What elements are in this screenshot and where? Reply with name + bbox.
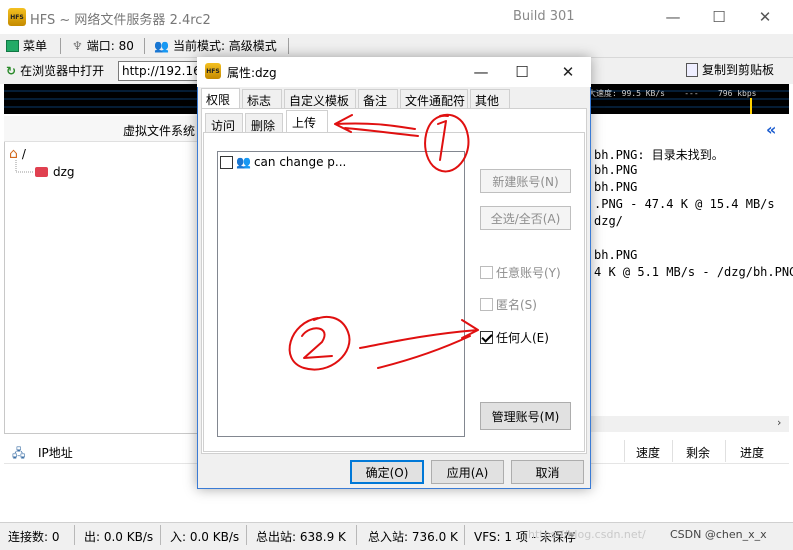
- port-label: 端口: 80: [86, 39, 134, 53]
- dialog-title: 属性:dzg: [227, 66, 277, 80]
- anyone-checkbox[interactable]: [480, 331, 493, 344]
- status-divider: [160, 525, 161, 545]
- column-divider: [672, 440, 673, 462]
- dialog-close-button[interactable]: ✕: [548, 59, 588, 85]
- account-checkbox[interactable]: [220, 155, 233, 169]
- graph-readout: 大速度: 99.5 KB/s --- 796 kbps: [588, 89, 757, 98]
- select-all-button[interactable]: 全选/全否(A): [480, 206, 571, 230]
- minimize-button[interactable]: —: [650, 0, 696, 34]
- dialog-minimize-button[interactable]: —: [461, 59, 501, 85]
- anonymous-checkbox[interactable]: [480, 298, 493, 311]
- mode-button[interactable]: 👥 当前模式: 高级模式: [154, 37, 277, 54]
- folder-icon: [35, 167, 48, 177]
- col-ip[interactable]: IP地址: [38, 444, 73, 461]
- subtab-upload[interactable]: 上传: [286, 110, 328, 134]
- anonymous-option[interactable]: 匿名(S): [480, 296, 537, 313]
- maximize-button[interactable]: ☐: [696, 0, 742, 34]
- anyone-option[interactable]: 任何人(E): [480, 329, 549, 346]
- vfs-root-label: /: [21, 147, 26, 161]
- log-line: bh.PNG: 目录未找到。: [594, 148, 724, 162]
- csdn-credit: CSDN @chen_x_x: [670, 528, 767, 541]
- menu-label: 菜单: [23, 39, 48, 53]
- manage-accounts-button[interactable]: 管理账号(M): [480, 402, 571, 430]
- status-divider: [356, 525, 357, 545]
- graph-bar: [750, 98, 752, 114]
- dialog-logo-icon: HFS: [205, 63, 221, 79]
- network-icon: 🖧: [12, 446, 26, 460]
- toolbar-divider: [288, 38, 289, 54]
- collapse-chevron-icon[interactable]: «: [766, 120, 776, 139]
- vfs-folder-item[interactable]: dzg: [35, 165, 75, 179]
- hfs-logo-icon: HFS: [8, 8, 26, 26]
- toolbar-divider: [60, 38, 61, 54]
- tab-other[interactable]: 其他: [470, 89, 510, 109]
- build-label: Build 301: [513, 9, 575, 24]
- clipboard-icon: [686, 62, 698, 77]
- open-in-browser-label: 在浏览器中打开: [20, 64, 105, 78]
- tab-file-mask[interactable]: 文件通配符: [400, 89, 468, 109]
- status-divider: [246, 525, 247, 545]
- status-connections: 连接数: 0: [8, 530, 60, 544]
- anonymous-label: 匿名(S): [496, 298, 537, 312]
- tab-notes[interactable]: 备注: [358, 89, 398, 109]
- column-divider: [624, 440, 625, 462]
- tab-permissions[interactable]: 权限: [201, 88, 240, 108]
- dialog-maximize-button[interactable]: ☐: [502, 59, 542, 85]
- cancel-button[interactable]: 取消: [511, 460, 584, 484]
- copy-to-clipboard-button[interactable]: 复制到剪贴板: [686, 61, 774, 78]
- window-title: HFS ~ 网络文件服务器 2.4rc2: [30, 13, 211, 28]
- user-group-icon: 👥: [236, 155, 251, 169]
- menu-icon: [6, 39, 19, 52]
- col-progress[interactable]: 进度: [740, 444, 764, 461]
- account-label: can change p...: [253, 155, 347, 169]
- status-in-speed: 入: 0.0 KB/s: [170, 530, 240, 544]
- status-total-out: 总出站: 638.9 K: [256, 530, 346, 544]
- main-toolbar: 菜单 ♆ 端口: 80 👥 当前模式: 高级模式: [0, 34, 793, 58]
- col-remaining[interactable]: 剩余: [686, 444, 710, 461]
- apply-button[interactable]: 应用(A): [431, 460, 504, 484]
- account-item[interactable]: 👥 can change p...: [220, 155, 346, 169]
- status-divider: [74, 525, 75, 545]
- scroll-right-icon[interactable]: ›: [777, 416, 781, 429]
- refresh-arrow-icon: ↻: [6, 63, 17, 78]
- log-line: 4 K @ 5.1 MB/s - /dzg/bh.PNG: [594, 265, 793, 279]
- copy-to-clipboard-label: 复制到剪贴板: [702, 63, 775, 77]
- menu-button[interactable]: 菜单: [6, 37, 47, 54]
- log-line: bh.PNG: [594, 163, 638, 177]
- ok-button[interactable]: 确定(O): [350, 460, 424, 484]
- col-speed[interactable]: 速度: [636, 444, 660, 461]
- status-divider: [464, 525, 465, 545]
- log-line: bh.PNG: [594, 248, 638, 262]
- new-account-button[interactable]: 新建账号(N): [480, 169, 571, 193]
- any-account-option[interactable]: 任意账号(Y): [480, 264, 561, 281]
- status-total-in: 总入站: 736.0 K: [368, 530, 458, 544]
- users-icon: 👥: [154, 38, 169, 53]
- status-out-speed: 出: 0.0 KB/s: [84, 530, 154, 544]
- open-in-browser-button[interactable]: ↻ 在浏览器中打开: [6, 62, 104, 79]
- tab-custom-template[interactable]: 自定义模板: [284, 89, 356, 109]
- close-button[interactable]: ✕: [742, 0, 788, 34]
- column-divider: [725, 440, 726, 462]
- port-button[interactable]: ♆ 端口: 80: [72, 37, 134, 54]
- tab-flags[interactable]: 标志: [242, 89, 282, 109]
- tree-connector: [15, 160, 34, 173]
- mode-label: 当前模式: 高级模式: [172, 39, 277, 53]
- log-line: .PNG - 47.4 K @ 15.4 MB/s: [594, 197, 775, 211]
- account-list[interactable]: [217, 151, 465, 437]
- watermark: https://blog.csdn.net/: [528, 528, 646, 541]
- vfs-title: 虚拟文件系统: [123, 124, 196, 138]
- vfs-folder-label: dzg: [53, 165, 75, 179]
- toolbar-divider: [144, 38, 145, 54]
- url-field[interactable]: http://192.168: [118, 61, 200, 81]
- log-line: bh.PNG: [594, 180, 638, 194]
- log-horizontal-scrollbar[interactable]: ›: [588, 416, 789, 432]
- any-account-label: 任意账号(Y): [496, 266, 561, 280]
- any-account-checkbox[interactable]: [480, 266, 493, 279]
- plug-icon: ♆: [72, 38, 83, 53]
- anyone-label: 任何人(E): [496, 331, 549, 345]
- log-line: dzg/: [594, 214, 623, 228]
